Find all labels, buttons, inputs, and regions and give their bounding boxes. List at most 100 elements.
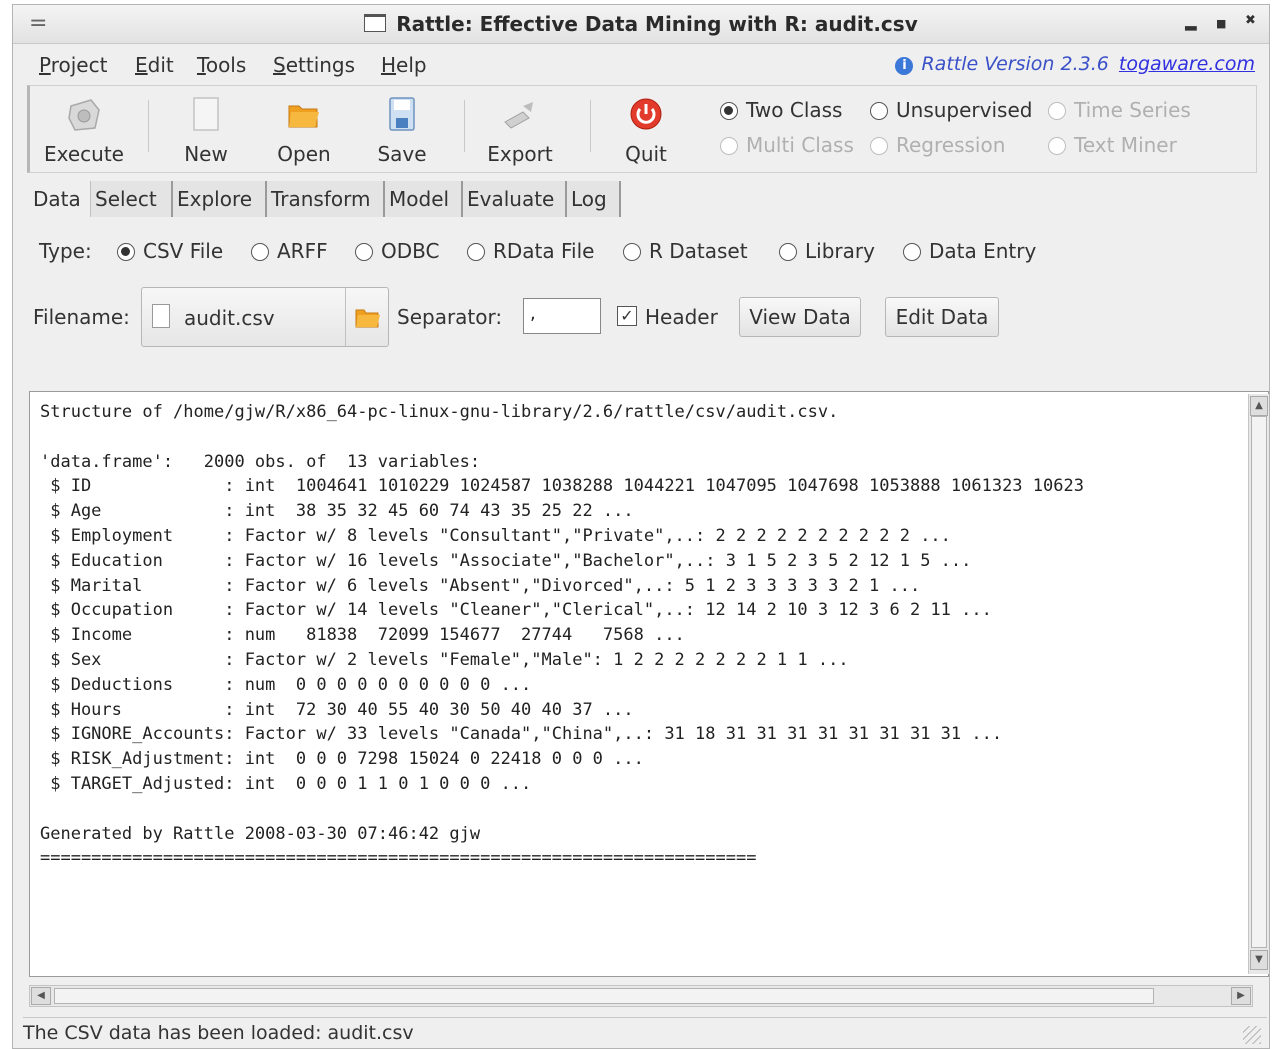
radio-two-class[interactable]: Two Class [720,98,842,122]
radio-dot [870,137,888,155]
menu-settings[interactable]: Settings [273,53,355,77]
radio-time-series[interactable]: Time Series [1048,98,1191,122]
separator-input[interactable]: , [523,298,601,334]
power-icon [630,98,662,130]
tab-transform[interactable]: Transform [267,181,385,217]
radio-dot [623,243,641,261]
radio-label: ARFF [277,239,328,263]
resize-grip-icon[interactable] [1243,1026,1261,1044]
close-icon[interactable]: ✖ [1245,13,1256,28]
maximize-icon[interactable]: ■ [1216,17,1226,30]
toolbar-separator [590,100,591,152]
tab-log[interactable]: Log [567,181,621,217]
filename-chooser[interactable]: audit.csv [141,287,389,347]
scroll-up-icon[interactable]: ▲ [1250,396,1268,416]
radio-library[interactable]: Library [779,239,875,263]
menu-help[interactable]: Help [381,53,427,77]
toolbar: Execute New Open Save Export Quit Two Cl… [27,85,1257,173]
output-line: $ RISK_Adjustment: int 0 0 0 7298 15024 … [40,749,644,770]
scroll-down-icon[interactable]: ▼ [1250,950,1268,970]
radio-arff[interactable]: ARFF [251,239,328,263]
radio-text-miner[interactable]: Text Miner [1048,133,1177,157]
radio-regression[interactable]: Regression [870,133,1005,157]
header-checkbox[interactable]: ✓ [617,306,637,326]
output-line: $ Occupation : Factor w/ 14 levels "Clea… [40,600,992,621]
version-label: Rattle Version 2.3.6 [921,53,1109,75]
output-line: $ Employment : Factor w/ 8 levels "Consu… [40,525,951,546]
togaware-link[interactable]: togaware.com [1119,53,1255,75]
radio-multi-class[interactable]: Multi Class [720,133,854,157]
menu-edit[interactable]: Edit [135,53,174,77]
radio-unsupervised[interactable]: Unsupervised [870,98,1032,122]
radio-csv-file[interactable]: CSV File [117,239,223,263]
document-icon [152,304,170,328]
radio-data-entry[interactable]: Data Entry [903,239,1036,263]
folder-browse-button[interactable] [345,288,388,346]
output-line: $ Age : int 38 35 32 45 60 74 43 35 25 2… [40,501,634,522]
open-button[interactable]: Open [254,92,354,166]
menu-tools[interactable]: Tools [197,53,246,77]
radio-label: Data Entry [929,239,1037,263]
export-button[interactable]: Export [470,92,570,166]
tab-data[interactable]: Data [29,181,91,217]
radio-odbc[interactable]: ODBC [355,239,439,263]
radio-r-dataset[interactable]: R Dataset [623,239,748,263]
menu-bar: Project Edit Tools Settings Help i Rattle… [25,49,1269,81]
output-line: $ Education : Factor w/ 16 levels "Assoc… [40,550,972,571]
radio-rdata-file[interactable]: RData File [467,239,594,263]
header-label: Header [645,305,718,329]
radio-label: CSV File [143,239,224,263]
radio-dot [251,243,269,261]
output-line: 'data.frame': 2000 obs. of 13 variables: [40,451,481,472]
output-line: $ Sex : Factor w/ 2 levels "Female","Mal… [40,649,849,670]
tab-model[interactable]: Model [385,181,463,217]
radio-label: Two Class [746,98,843,122]
horizontal-scroll-thumb[interactable] [54,988,1154,1004]
vertical-scrollbar[interactable]: ▲ ▼ [1248,394,1269,974]
scroll-right-icon[interactable]: ▶ [1231,987,1251,1005]
save-label: Save [377,142,427,166]
window-title: Rattle: Effective Data Mining with R: au… [13,12,1269,36]
output-line: $ TARGET_Adjusted: int 0 0 0 1 1 0 1 0 0… [40,773,532,794]
execute-label: Execute [44,142,124,166]
output-line: Generated by Rattle 2008-03-30 07:46:42 … [40,823,481,844]
output-pane[interactable]: Structure of /home/gjw/R/x86_64-pc-linux… [29,391,1269,977]
version-info: i Rattle Version 2.3.6 togaware.com [895,53,1255,75]
tab-select[interactable]: Select [91,181,173,217]
radio-label: RData File [493,239,595,263]
info-icon: i [895,57,914,75]
menu-project[interactable]: Project [39,53,107,77]
view-data-button[interactable]: View Data [739,297,861,337]
save-button[interactable]: Save [352,92,452,166]
minimize-icon[interactable]: ▂ [1185,13,1197,31]
new-button[interactable]: New [156,92,256,166]
horizontal-scrollbar[interactable]: ◀ ▶ [29,985,1253,1007]
radio-label: Text Miner [1074,133,1177,157]
radio-dot [903,243,921,261]
edit-data-button[interactable]: Edit Data [885,297,999,337]
status-text: The CSV data has been loaded: audit.csv [23,1022,414,1044]
radio-label: Multi Class [746,133,854,157]
radio-label: R Dataset [649,239,748,263]
output-line: $ Income : num 81838 72099 154677 27744 … [40,625,685,646]
quit-button[interactable]: Quit [596,92,696,166]
radio-dot [1048,102,1066,120]
status-bar: The CSV data has been loaded: audit.csv [23,1017,1267,1048]
output-line: $ Hours : int 72 30 40 55 40 30 50 40 40… [40,699,634,720]
open-label: Open [277,142,331,166]
export-icon [504,102,533,129]
type-label: Type: [39,239,92,263]
tab-evaluate[interactable]: Evaluate [463,181,567,217]
tab-explore[interactable]: Explore [173,181,267,217]
vertical-scroll-thumb[interactable] [1251,416,1267,948]
filename-value: audit.csv [184,306,275,330]
scroll-left-icon[interactable]: ◀ [31,987,51,1005]
radio-dot [467,243,485,261]
new-document-icon [193,97,219,131]
separator-label: Separator: [397,305,503,329]
title-bar[interactable]: = Rattle: Effective Data Mining with R: … [13,5,1269,44]
radio-label: ODBC [381,239,440,263]
execute-button[interactable]: Execute [34,92,134,166]
